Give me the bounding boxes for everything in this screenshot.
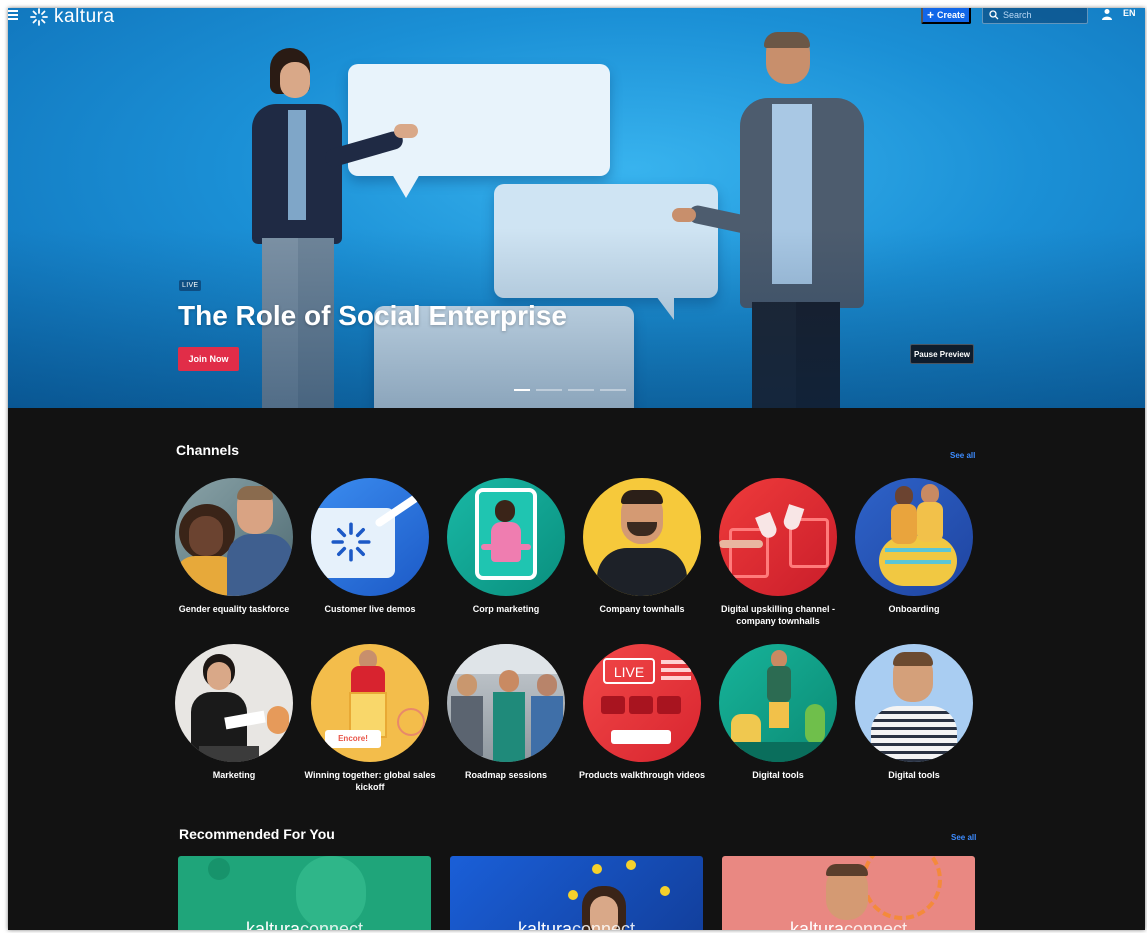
- channel-thumbnail: [719, 478, 837, 596]
- channel-customer-live-demos[interactable]: Customer live demos: [302, 478, 438, 615]
- recommended-card-2[interactable]: kalturaconnect: [450, 856, 703, 930]
- language-selector[interactable]: EN: [1123, 8, 1136, 18]
- channel-thumbnail: [719, 644, 837, 762]
- channel-corp-marketing[interactable]: Corp marketing: [438, 478, 574, 615]
- recommended-card-1[interactable]: kalturaconnect: [178, 856, 431, 930]
- create-label: Create: [937, 10, 966, 20]
- kaltura-connect-logo: kalturaconnect: [245, 919, 364, 930]
- search-box[interactable]: [982, 8, 1088, 24]
- hero-title: The Role of Social Enterprise: [178, 300, 567, 331]
- top-navigation: kaltura + Create EN: [8, 8, 1145, 28]
- channels-heading: Channels: [176, 442, 240, 458]
- carousel-dot-4[interactable]: [600, 389, 626, 391]
- pause-preview-button[interactable]: Pause Preview: [910, 344, 974, 364]
- channel-digital-upskilling[interactable]: Digital upskilling channel - company tow…: [710, 478, 846, 627]
- channel-onboarding[interactable]: Onboarding: [846, 478, 982, 615]
- kaltura-connect-logo: kalturaconnect: [517, 919, 636, 930]
- channel-label: Customer live demos: [324, 604, 416, 614]
- channel-label: Corp marketing: [472, 604, 540, 614]
- page-frame: kaltura + Create EN LIVE The Role of Soc…: [8, 8, 1145, 930]
- channel-marketing[interactable]: Marketing: [166, 644, 302, 781]
- channel-label: Marketing: [212, 770, 256, 780]
- carousel-dot-1[interactable]: [514, 389, 530, 391]
- kaltura-star-icon: [331, 522, 371, 562]
- channel-label: Gender equality taskforce: [178, 604, 290, 614]
- channel-thumbnail: [447, 478, 565, 596]
- channel-label: Digital upskilling channel - company tow…: [720, 604, 835, 626]
- channel-thumbnail: [855, 478, 973, 596]
- channel-label: Digital tools: [752, 770, 804, 780]
- kaltura-logo[interactable]: kaltura: [30, 8, 115, 28]
- channel-thumbnail: LIVE: [583, 644, 701, 762]
- channel-thumbnail: [311, 478, 429, 596]
- channel-winning-together[interactable]: Encore! Winning together: global sales k…: [302, 644, 438, 793]
- channel-digital-tools-2[interactable]: Digital tools: [846, 644, 982, 781]
- channel-thumbnail: [175, 478, 293, 596]
- hero-banner[interactable]: kaltura + Create EN LIVE The Role of Soc…: [8, 8, 1145, 408]
- channel-roadmap-sessions[interactable]: Roadmap sessions: [438, 644, 574, 781]
- create-button[interactable]: + Create: [921, 8, 971, 24]
- carousel-dot-2[interactable]: [536, 389, 562, 391]
- live-badge: LIVE: [179, 280, 202, 291]
- user-icon[interactable]: [1101, 8, 1113, 20]
- channel-thumbnail: [175, 644, 293, 762]
- carousel-dot-3[interactable]: [568, 389, 594, 391]
- recommended-see-all-link[interactable]: See all: [951, 833, 976, 842]
- channel-label: Company townhalls: [599, 604, 685, 614]
- carousel-indicators: [514, 389, 626, 391]
- channel-label: Products walkthrough videos: [578, 770, 706, 780]
- hamburger-menu-icon[interactable]: [8, 10, 20, 20]
- plus-icon: +: [926, 8, 934, 22]
- join-now-button[interactable]: Join Now: [178, 347, 239, 371]
- speech-bubble-tail: [392, 174, 420, 198]
- channel-thumbnail: [583, 478, 701, 596]
- speech-bubble-large: [348, 64, 610, 176]
- channel-gender-equality[interactable]: Gender equality taskforce: [166, 478, 302, 615]
- channel-products-walkthrough[interactable]: LIVE Products walkthrough videos: [574, 644, 710, 781]
- live-sign: LIVE: [603, 658, 655, 684]
- channel-label: Winning together: global sales kickoff: [304, 770, 436, 792]
- recommended-heading: Recommended For You: [179, 826, 335, 842]
- channel-label: Roadmap sessions: [464, 770, 548, 780]
- kaltura-logo-icon: [30, 8, 48, 26]
- channel-label: Digital tools: [888, 770, 940, 780]
- channel-company-townhalls[interactable]: Company townhalls: [574, 478, 710, 615]
- kaltura-connect-logo: kalturaconnect: [789, 919, 908, 930]
- encore-sign: Encore!: [325, 730, 381, 748]
- brand-name: kaltura: [54, 8, 115, 27]
- channel-thumbnail: [447, 644, 565, 762]
- channel-thumbnail: [855, 644, 973, 762]
- search-input[interactable]: [1003, 10, 1083, 20]
- channel-digital-tools-1[interactable]: Digital tools: [710, 644, 846, 781]
- channels-see-all-link[interactable]: See all: [950, 451, 975, 460]
- channel-label: Onboarding: [888, 604, 940, 614]
- recommended-card-3[interactable]: kalturaconnect: [722, 856, 975, 930]
- search-icon: [989, 10, 999, 20]
- channel-thumbnail: Encore!: [311, 644, 429, 762]
